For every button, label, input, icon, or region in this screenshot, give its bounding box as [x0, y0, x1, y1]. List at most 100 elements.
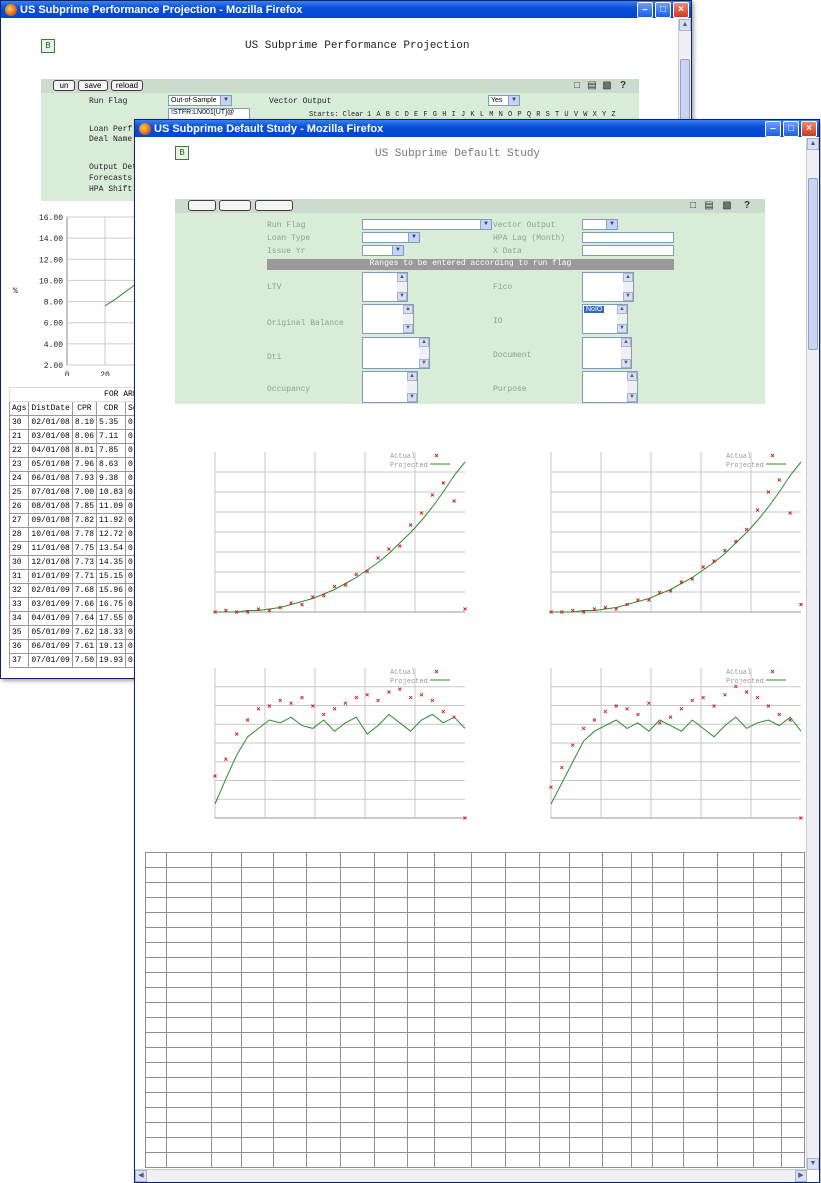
chevron-up-icon[interactable]: ▲: [623, 273, 633, 282]
back-scroll-thumb[interactable]: [680, 59, 690, 121]
table-cell: 7.82: [71, 513, 98, 528]
table-cell: [471, 1122, 506, 1138]
actual-point: [701, 565, 705, 569]
table-cell: [272, 912, 308, 928]
maximize-icon[interactable]: □: [783, 121, 799, 137]
document-listbox[interactable]: ▲ ▼: [582, 337, 632, 369]
chevron-down-icon[interactable]: ▼: [621, 359, 631, 368]
back-window-titlebar[interactable]: US Subprime Performance Projection - Moz…: [1, 1, 691, 18]
table-cell: [630, 1032, 653, 1048]
table-cell: 7.11: [96, 429, 127, 444]
table-cell: [538, 1152, 570, 1168]
run-flag-select[interactable]: ▼: [362, 219, 492, 230]
issue-yr-select[interactable]: ▼: [362, 245, 404, 256]
front-scroll-thumb[interactable]: [808, 178, 818, 350]
chevron-down-icon[interactable]: ▼: [397, 292, 407, 301]
chevron-up-icon[interactable]: ▲: [419, 338, 429, 347]
ltv-label: LTV: [267, 283, 282, 292]
chevron-down-icon[interactable]: ▼: [623, 292, 633, 301]
column-header[interactable]: DistDate: [28, 401, 73, 416]
chevron-down-icon[interactable]: ▼: [220, 96, 231, 105]
table-cell: [407, 1047, 435, 1063]
chevron-up-icon[interactable]: ▲: [407, 372, 417, 381]
scroll-up-icon[interactable]: ▲: [679, 19, 691, 31]
x-data-input[interactable]: [582, 245, 674, 256]
table-cell: [717, 1032, 754, 1048]
fico-listbox[interactable]: ▲ ▼: [582, 272, 634, 302]
chevron-down-icon[interactable]: ▼: [407, 393, 417, 402]
chevron-up-icon[interactable]: ▲: [403, 305, 413, 314]
chevron-down-icon[interactable]: ▼: [392, 246, 403, 255]
minimize-icon[interactable]: –: [765, 121, 781, 137]
occupancy-listbox[interactable]: ▲ ▼: [362, 371, 418, 403]
chevron-down-icon[interactable]: ▼: [606, 220, 617, 229]
column-header[interactable]: CDR: [96, 401, 127, 416]
dti-listbox[interactable]: ▲ ▼: [362, 337, 430, 369]
chevron-down-icon[interactable]: ▼: [419, 359, 429, 368]
chevron-up-icon[interactable]: ▲: [397, 273, 407, 282]
front-vertical-scrollbar[interactable]: ▲ ▼: [806, 138, 819, 1170]
scroll-down-icon[interactable]: ▼: [807, 1158, 819, 1170]
purpose-listbox[interactable]: ▲ ▼: [582, 371, 638, 403]
chevron-up-icon[interactable]: ▲: [621, 338, 631, 347]
chevron-down-icon[interactable]: ▼: [617, 324, 627, 333]
scroll-right-icon[interactable]: ▶: [795, 1170, 807, 1182]
chevron-down-icon[interactable]: ▼: [408, 233, 419, 242]
table-row: [145, 942, 806, 958]
save-button[interactable]: [219, 200, 251, 211]
run-button[interactable]: [188, 200, 216, 211]
vector-output-select[interactable]: Yes ▼: [488, 95, 520, 106]
table-cell: [165, 942, 212, 958]
hpa-lag-input[interactable]: [582, 232, 674, 243]
letter-filter-links[interactable]: 1 A B C D E F G H I J K L M N O P Q R S …: [367, 111, 616, 119]
close-icon[interactable]: ×: [801, 121, 817, 137]
run-flag-select[interactable]: Out-of-Sample ▼: [168, 95, 232, 106]
table-cell: [717, 927, 754, 943]
io-listbox[interactable]: NoIO ▲ ▼: [582, 304, 628, 334]
vector-output-select[interactable]: ▼: [582, 219, 618, 230]
scroll-left-icon[interactable]: ◀: [135, 1170, 147, 1182]
table-row: 28 10/01/08 7.78 12.72 0.: [9, 527, 137, 542]
chevron-down-icon[interactable]: ▼: [480, 220, 491, 229]
minimize-icon[interactable]: –: [637, 2, 653, 18]
table-cell: [780, 927, 806, 943]
close-icon[interactable]: ×: [673, 2, 689, 18]
original-balance-listbox[interactable]: ▲ ▼: [362, 304, 414, 334]
table-cell: 07/01/09: [28, 653, 73, 668]
front-window-titlebar[interactable]: US Subprime Default Study - Mozilla Fire…: [135, 120, 819, 137]
front-page-title: US Subprime Default Study: [375, 148, 541, 160]
save-button[interactable]: save: [78, 80, 108, 91]
table-cell: [752, 852, 782, 868]
table-cell: [683, 987, 719, 1003]
loan-type-select[interactable]: ▼: [362, 232, 420, 243]
monitor-icon[interactable]: ▩: [721, 200, 733, 211]
maximize-icon[interactable]: □: [655, 2, 671, 18]
column-header[interactable]: Ags: [9, 401, 30, 416]
table-cell: [717, 1062, 754, 1078]
chevron-up-icon[interactable]: ▲: [617, 305, 627, 314]
reload-button[interactable]: [255, 200, 293, 211]
help-icon[interactable]: ?: [741, 200, 753, 211]
monitor-icon[interactable]: ▩: [601, 80, 613, 91]
reload-button[interactable]: reload: [111, 80, 143, 91]
chevron-down-icon[interactable]: ▼: [508, 96, 519, 105]
chevron-up-icon[interactable]: ▲: [627, 372, 637, 381]
table-row: 25 07/01/08 7.00 10.83 0.: [9, 485, 137, 500]
table-cell: [272, 927, 308, 943]
chevron-down-icon[interactable]: ▼: [627, 393, 637, 402]
front-horizontal-scrollbar[interactable]: ◀ ▶: [135, 1169, 807, 1182]
folder-icon[interactable]: □: [571, 80, 583, 91]
print-icon[interactable]: ▤: [586, 80, 598, 91]
run-button[interactable]: un: [53, 80, 75, 91]
scroll-up-icon[interactable]: ▲: [807, 138, 819, 150]
io-selected-option[interactable]: NoIO: [584, 306, 605, 313]
folder-icon[interactable]: □: [687, 200, 699, 211]
table-cell: [272, 972, 308, 988]
column-header[interactable]: CPR: [71, 401, 98, 416]
help-icon[interactable]: ?: [617, 80, 629, 91]
table-cell: [752, 957, 782, 973]
table-cell: [651, 1152, 685, 1168]
ltv-listbox[interactable]: ▲ ▼: [362, 272, 408, 302]
print-icon[interactable]: ▤: [703, 200, 715, 211]
chevron-down-icon[interactable]: ▼: [403, 324, 413, 333]
